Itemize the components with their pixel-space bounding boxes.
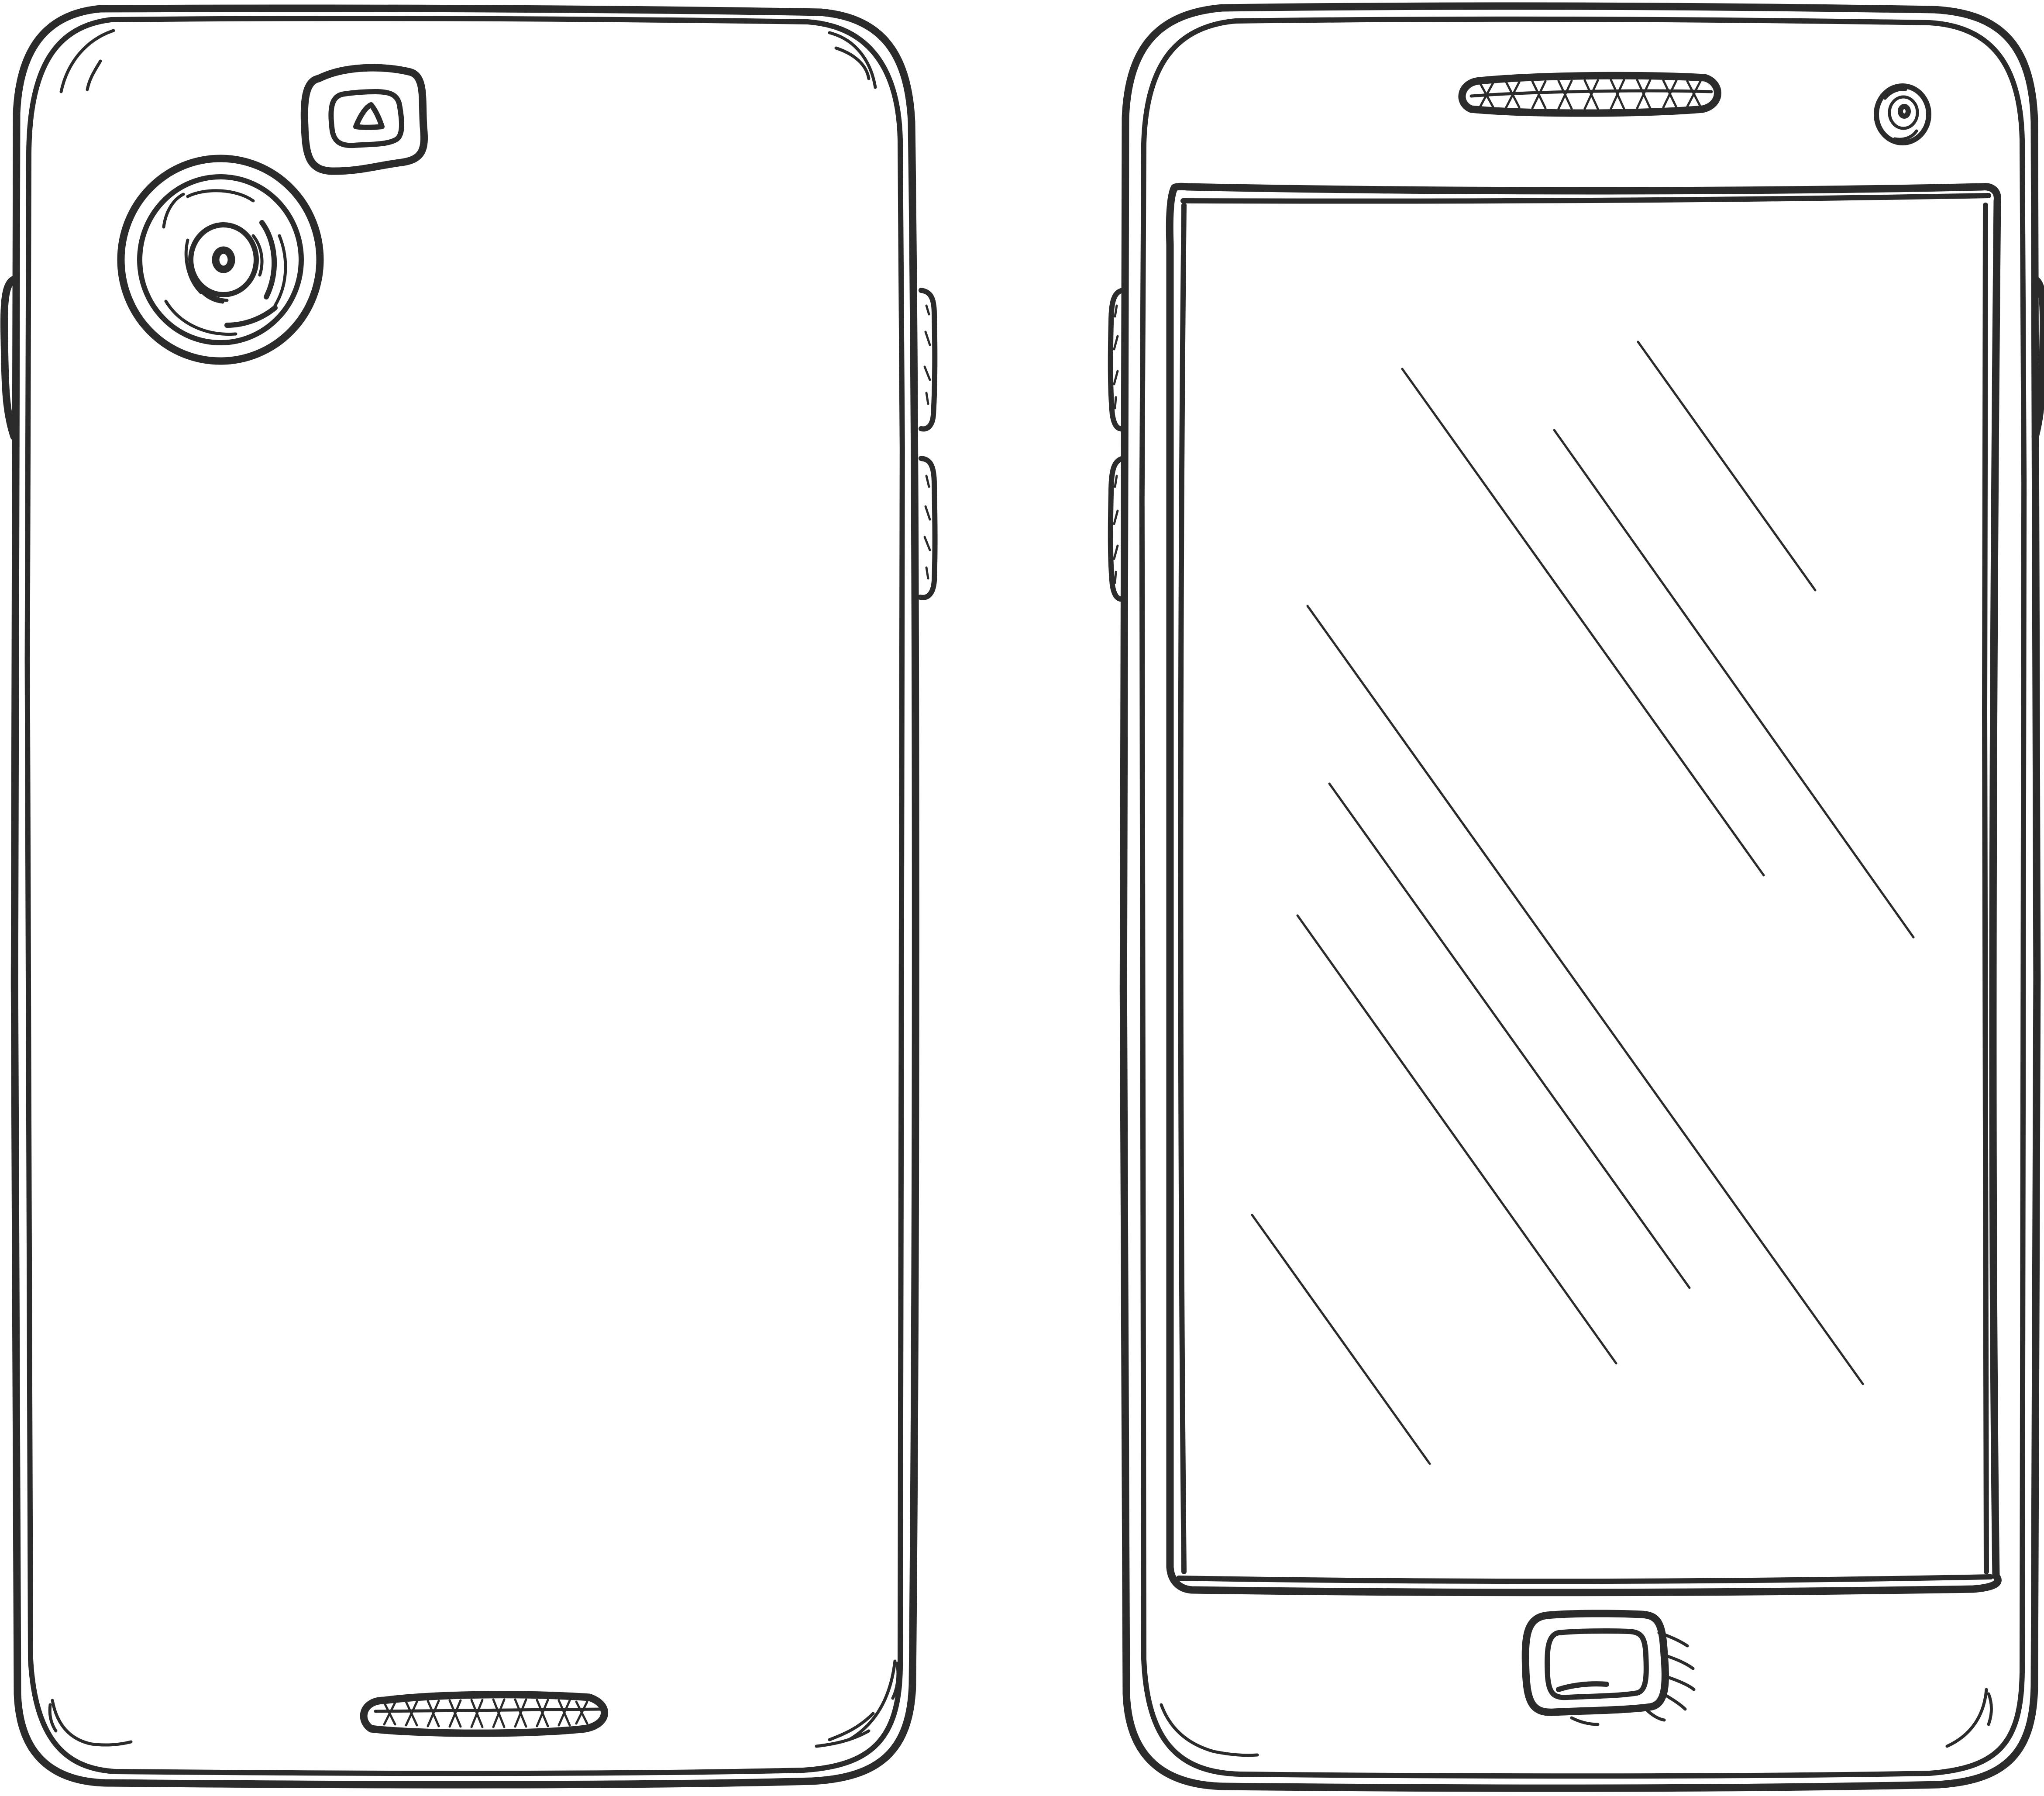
main-camera-lens-icon	[117, 155, 324, 365]
earpiece-grille-icon	[1458, 72, 1721, 117]
phone-back-inner-edge	[24, 16, 906, 1776]
home-button-icon	[1521, 1610, 1696, 1726]
phone-back-body-outline	[10, 4, 919, 1789]
flash-icon	[300, 64, 428, 175]
phone-sketch-illustration	[0, 2, 2044, 1792]
phone-front	[1108, 2, 2044, 1792]
screen-icon	[1163, 182, 2002, 1596]
phone-back	[0, 4, 938, 1789]
screen-glare-icon	[1251, 341, 1915, 1465]
phone-front-body-outline	[1119, 2, 2041, 1792]
phone-front-inner-edge	[1139, 16, 2027, 1779]
speaker-grille-icon	[360, 1691, 609, 1737]
phone-back-corner-highlights	[48, 29, 900, 1748]
front-camera-icon	[1874, 83, 1931, 145]
